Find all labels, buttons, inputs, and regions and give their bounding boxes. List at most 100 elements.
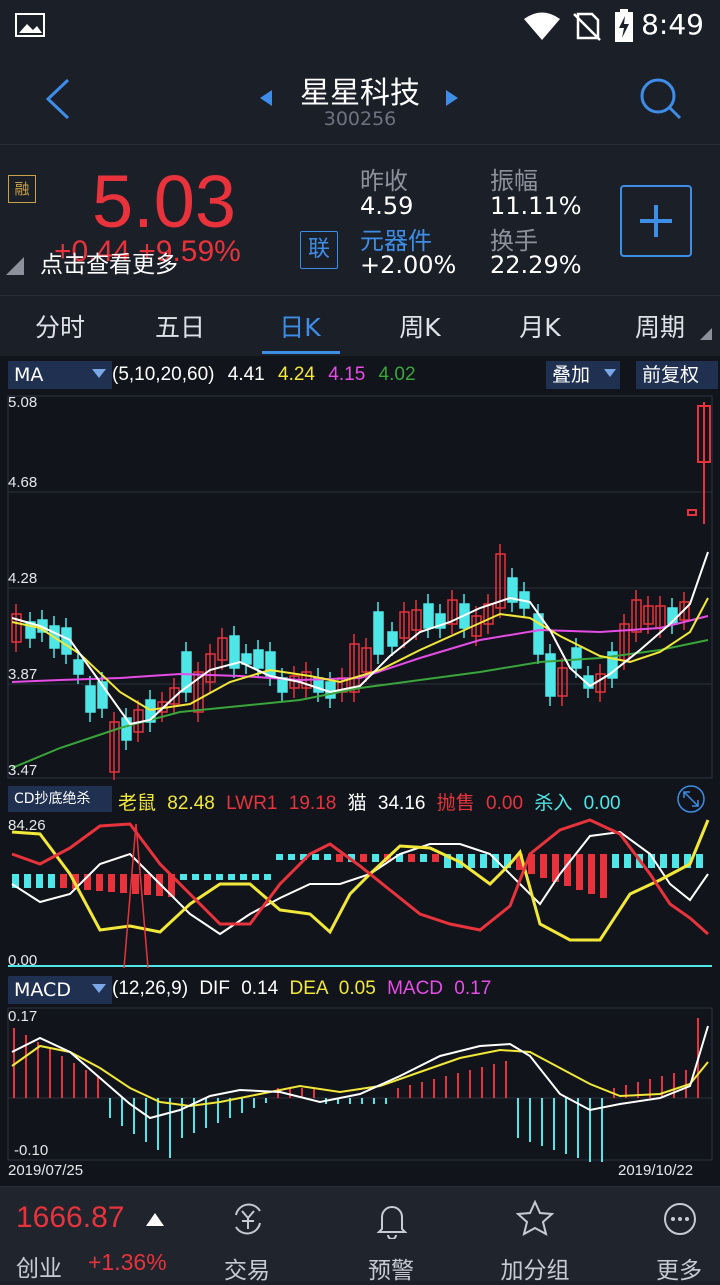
- battery-charging-icon: [615, 9, 633, 42]
- up-arrow-icon: [146, 1213, 164, 1226]
- tab-monthly-k[interactable]: 月K: [480, 308, 600, 344]
- cd-bar: [180, 874, 187, 880]
- overlay-label: 叠加: [552, 364, 591, 386]
- ma-legend: (5,10,20,60) 4.41 4.24 4.15 4.02: [112, 364, 416, 386]
- index-value[interactable]: 1666.87: [16, 1201, 124, 1235]
- quote-panel[interactable]: 融 5.03 +0.44 +9.59% 点击查看更多 联 昨收 4.59 元器件…: [0, 145, 720, 295]
- kill-value: 0.00: [583, 793, 621, 814]
- nav-trade[interactable]: 交易: [202, 1187, 292, 1284]
- cd-bar: [216, 874, 223, 880]
- overlay-selector[interactable]: 叠加: [546, 361, 620, 389]
- price-axis-label: 4.68: [8, 474, 38, 491]
- cd-bar: [264, 874, 271, 880]
- nav-alert[interactable]: 预警: [346, 1187, 436, 1284]
- cd-bar: [576, 854, 583, 890]
- macd-axis-bottom: -0.10: [14, 1142, 49, 1159]
- cd-bar: [468, 854, 475, 868]
- next-stock-icon[interactable]: [444, 88, 460, 108]
- macd-legend: (12,26,9) DIF 0.14 DEA 0.05 MACD 0.17: [112, 978, 491, 1000]
- cd-axis-top: 84.26: [8, 817, 46, 834]
- cd-bar: [60, 874, 67, 888]
- cd-bar: [672, 854, 679, 868]
- tab-five-day[interactable]: 五日: [120, 308, 240, 344]
- nav-add-group[interactable]: 加分组: [490, 1187, 580, 1284]
- star-icon: [516, 1199, 554, 1236]
- link-badge[interactable]: 联: [300, 231, 338, 269]
- cd-bar: [540, 854, 547, 878]
- nav-more[interactable]: 更多: [634, 1187, 720, 1284]
- candle-body: [253, 649, 264, 669]
- kill-label: 杀入: [534, 793, 573, 814]
- cd-bar: [192, 874, 199, 880]
- cd-bar: [24, 874, 31, 888]
- current-price: 5.03: [92, 160, 237, 243]
- adjust-button[interactable]: 前复权: [636, 361, 718, 389]
- prev-close-value: 4.59: [360, 192, 414, 220]
- macd-chart[interactable]: [0, 1006, 720, 1162]
- cat-value: 34.16: [377, 793, 426, 814]
- cd-bar: [288, 854, 295, 860]
- tab-intraday[interactable]: 分时: [0, 308, 120, 344]
- view-more-link[interactable]: 点击查看更多: [40, 245, 178, 279]
- period-tabs: 分时 五日 日K 周K 月K 周期: [0, 295, 720, 357]
- corner-triangle-icon: [6, 257, 24, 275]
- candle-body: [85, 685, 96, 713]
- ma20-value: 4.15: [328, 364, 366, 385]
- add-watchlist-button[interactable]: [620, 185, 692, 257]
- active-tab-indicator: [262, 351, 340, 354]
- macd-selector-label: MACD: [14, 979, 71, 1001]
- chevron-down-icon: [92, 984, 106, 993]
- cd-bar: [336, 854, 343, 862]
- cd-selector[interactable]: CD抄底绝杀: [8, 786, 112, 812]
- period-dropdown-icon: [700, 328, 712, 340]
- cd-bar: [228, 874, 235, 880]
- tab-weekly-k[interactable]: 周K: [360, 308, 480, 344]
- price-axis-label: 5.08: [8, 394, 38, 411]
- date-end: 2019/10/22: [618, 1162, 694, 1179]
- date-start: 2019/07/25: [8, 1162, 84, 1179]
- price-axis-label: 3.87: [8, 666, 38, 683]
- candle-body: [121, 717, 132, 741]
- kline-chart[interactable]: [0, 392, 720, 780]
- cd-bar: [624, 854, 631, 868]
- chevron-down-icon: [92, 369, 106, 378]
- tab-daily-k[interactable]: 日K: [240, 308, 360, 344]
- price-axis-label: 3.47: [8, 762, 38, 779]
- cd-bar: [108, 874, 115, 892]
- dif-value: 0.14: [241, 978, 279, 999]
- candle-body: [73, 659, 84, 675]
- candle-body: [373, 611, 384, 655]
- cd-bar: [372, 854, 379, 862]
- cd-bar: [360, 854, 367, 862]
- ma-selector[interactable]: MA: [8, 361, 112, 389]
- candle-body: [265, 651, 276, 677]
- wifi-icon: [524, 12, 560, 40]
- cd-bar: [324, 854, 331, 860]
- clock: 8:49: [641, 8, 704, 41]
- stock-name: 星星科技: [300, 76, 420, 111]
- mouse-label: 老鼠: [118, 793, 157, 814]
- cd-bar: [132, 874, 139, 894]
- macd-selector[interactable]: MACD: [8, 976, 112, 1004]
- dea-value: 0.05: [338, 978, 376, 999]
- dea-label: DEA: [289, 978, 328, 999]
- candle-body: [387, 631, 398, 647]
- image-icon: [15, 13, 45, 37]
- more-dots-icon: [664, 1203, 696, 1235]
- dif-label: DIF: [199, 978, 230, 999]
- expand-icon[interactable]: [674, 784, 708, 814]
- cd-bar: [420, 854, 427, 862]
- lwr1-label: LWR1: [226, 793, 278, 814]
- cd-bar: [612, 854, 619, 868]
- sell-value: 0.00: [486, 793, 524, 814]
- amplitude-value: 11.11%: [490, 192, 582, 220]
- cd-indicator-chart[interactable]: [0, 814, 720, 970]
- no-sim-icon: [573, 12, 601, 41]
- cd-bar: [432, 854, 439, 862]
- search-icon[interactable]: [636, 74, 684, 122]
- candle-body: [571, 647, 582, 669]
- cd-bar: [96, 874, 103, 891]
- chart-area[interactable]: MA (5,10,20,60) 4.41 4.24 4.15 4.02 叠加 前…: [0, 356, 720, 1186]
- cat-label: 猫: [347, 793, 367, 814]
- cd-bar: [36, 874, 43, 888]
